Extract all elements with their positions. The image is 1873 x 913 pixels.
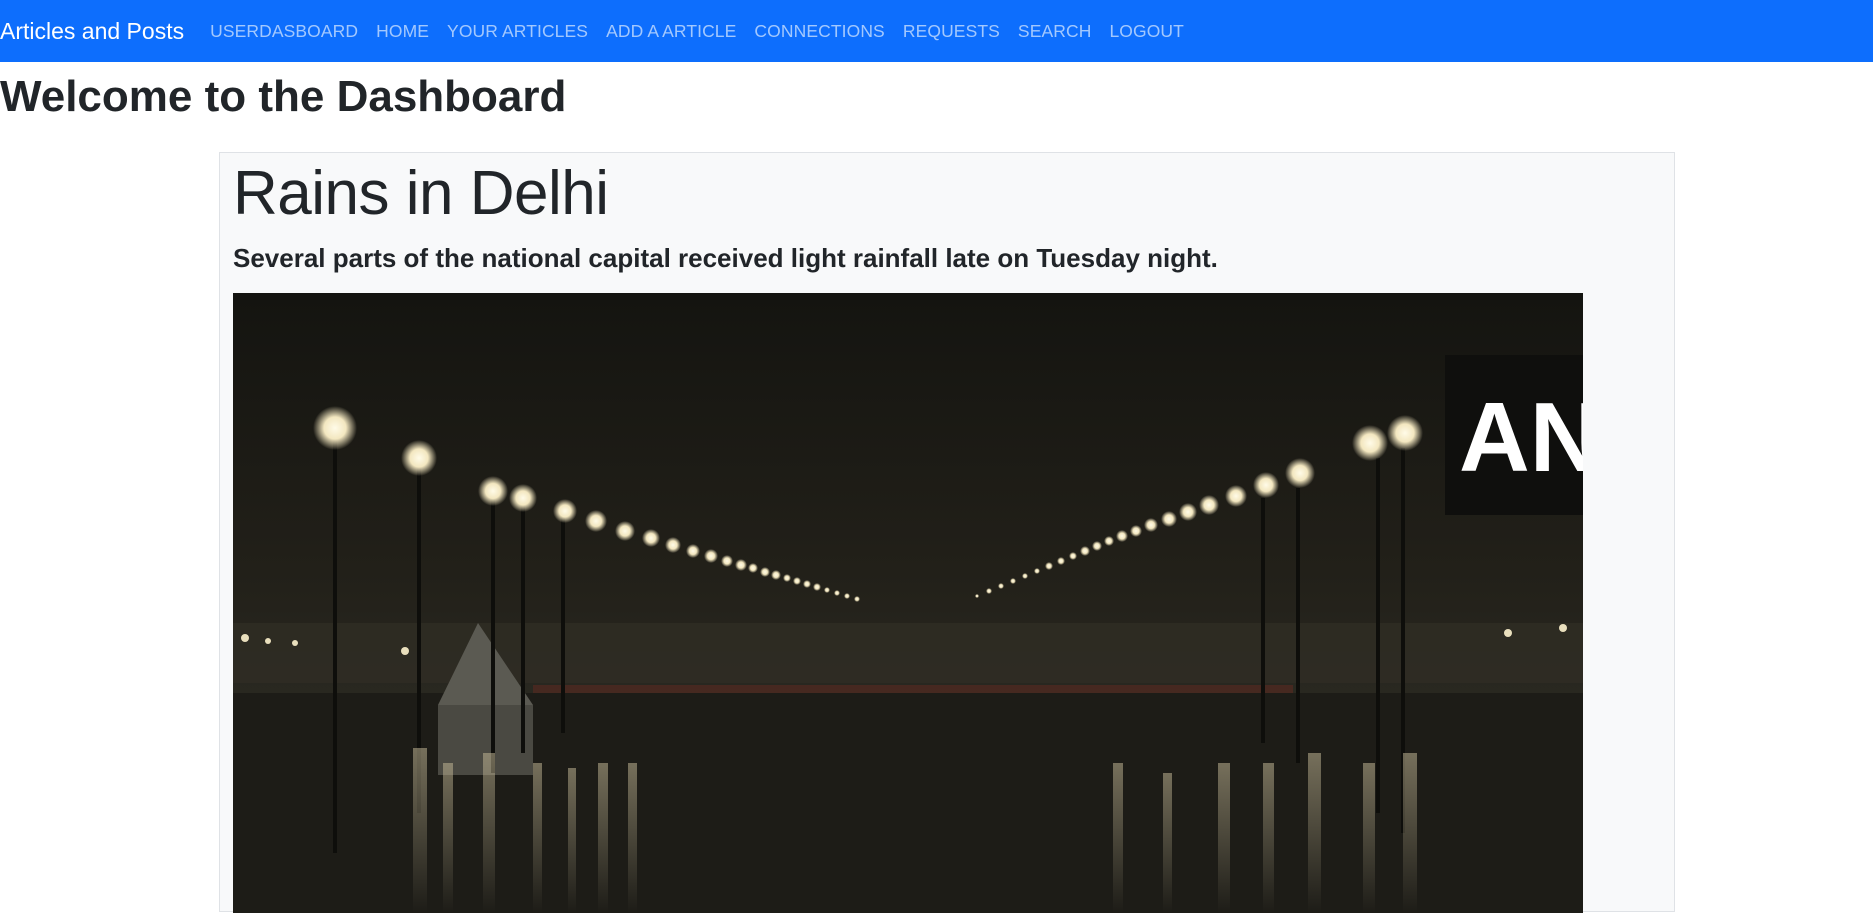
page-title: Welcome to the Dashboard	[0, 72, 567, 121]
article-title: Rains in Delhi	[233, 159, 609, 228]
nav-link-logout[interactable]: LOGOUT	[1109, 21, 1184, 42]
nav-link-add-article[interactable]: ADD A ARTICLE	[606, 21, 736, 42]
nav-link-home[interactable]: HOME	[376, 21, 429, 42]
night-street-photo: ANI	[233, 293, 1583, 913]
article-summary: Several parts of the national capital re…	[233, 243, 1218, 273]
brand-link[interactable]: Articles and Posts	[0, 18, 184, 45]
article-card: Rains in Delhi Several parts of the nati…	[219, 152, 1675, 913]
image-watermark: ANI	[1459, 382, 1583, 492]
article-image: ANI	[233, 293, 1583, 913]
top-navbar: Articles and Posts USERDASBOARD HOME YOU…	[0, 0, 1873, 62]
nav-link-connections[interactable]: CONNECTIONS	[754, 21, 884, 42]
nav-link-your-articles[interactable]: YOUR ARTICLES	[447, 21, 588, 42]
nav-link-requests[interactable]: REQUESTS	[903, 21, 1000, 42]
nav-links: USERDASBOARD HOME YOUR ARTICLES ADD A AR…	[210, 21, 1202, 42]
nav-link-userdashboard[interactable]: USERDASBOARD	[210, 21, 358, 42]
nav-link-search[interactable]: SEARCH	[1018, 21, 1092, 42]
